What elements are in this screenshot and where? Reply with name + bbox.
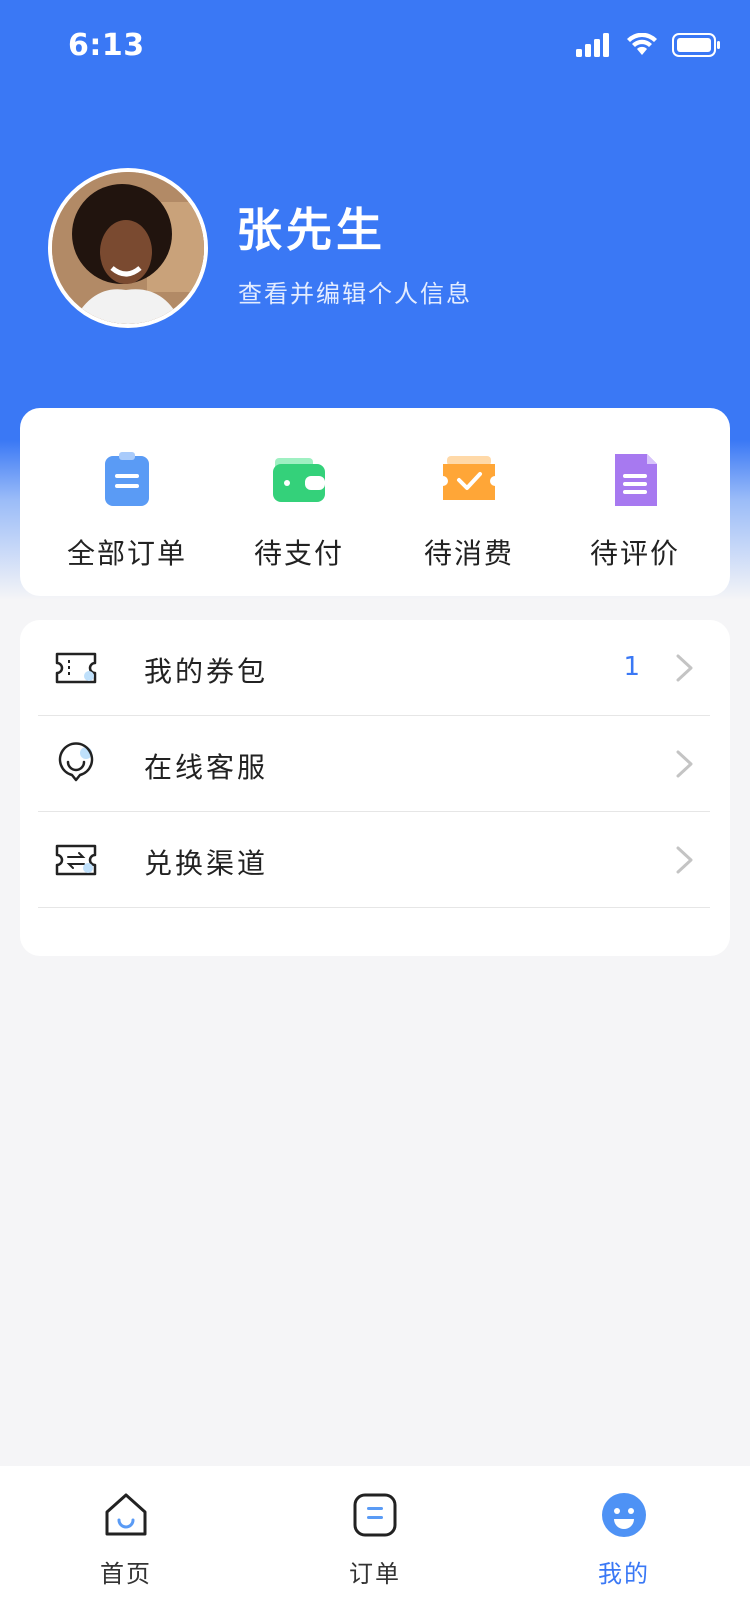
status-time: 6:13 (68, 28, 145, 63)
orders-card: 全部订单 待支付 待消费 待评价 (20, 408, 730, 596)
coupon-icon (55, 652, 97, 684)
order-all-label: 全部订单 (66, 537, 187, 570)
signal-icon (576, 33, 609, 57)
menu-label-service: 在线客服 (144, 751, 269, 784)
order-icon (353, 1493, 397, 1537)
avatar[interactable] (48, 168, 208, 328)
chat-service-icon (58, 742, 94, 782)
tab-mine[interactable]: 我的 (554, 1490, 694, 1589)
order-unpaid-button[interactable]: 待支付 (214, 450, 384, 570)
status-icons (576, 32, 722, 58)
chevron-right-icon (676, 654, 693, 682)
tab-bar: 首页 订单 我的 (0, 1466, 750, 1624)
order-all-button[interactable]: 全部订单 (42, 450, 212, 570)
tab-orders-label: 订单 (349, 1560, 401, 1588)
order-review-button[interactable]: 待评价 (550, 450, 720, 570)
order-review-label: 待评价 (589, 537, 680, 570)
wifi-icon (627, 33, 657, 55)
menu-label-exchange: 兑换渠道 (144, 847, 269, 880)
profile-name: 张先生 (236, 203, 386, 257)
order-unused-label: 待消费 (423, 537, 514, 570)
order-unpaid-label: 待支付 (253, 537, 344, 570)
exchange-ticket-icon (55, 844, 97, 876)
battery-icon (672, 33, 720, 57)
chevron-right-icon (676, 750, 693, 778)
tab-orders[interactable]: 订单 (305, 1490, 445, 1589)
chevron-right-icon (676, 846, 693, 874)
menu-row-service[interactable]: 在线客服 (38, 716, 710, 812)
clipboard-icon (105, 452, 149, 506)
document-icon (615, 454, 657, 506)
status-bar: 6:13 (0, 0, 750, 92)
ticket-check-icon (443, 456, 495, 500)
tab-mine-label: 我的 (598, 1560, 650, 1588)
home-icon (105, 1493, 147, 1536)
profile-section[interactable]: 张先生 查看并编辑个人信息 (48, 168, 708, 328)
profile-edit-link[interactable]: 查看并编辑个人信息 (238, 274, 472, 309)
menu-label-coupons: 我的券包 (144, 655, 269, 688)
menu-row-coupons[interactable]: 我的券包 1 (38, 620, 710, 716)
wallet-icon (273, 458, 325, 502)
tab-home[interactable]: 首页 (56, 1490, 196, 1589)
coupon-count: 1 (623, 652, 640, 682)
tab-home-label: 首页 (100, 1560, 152, 1588)
menu-card: 我的券包 1 在线客服 兑换渠道 (20, 620, 730, 956)
order-unused-button[interactable]: 待消费 (384, 450, 554, 570)
menu-row-exchange[interactable]: 兑换渠道 (38, 812, 710, 908)
smile-icon (602, 1493, 646, 1537)
